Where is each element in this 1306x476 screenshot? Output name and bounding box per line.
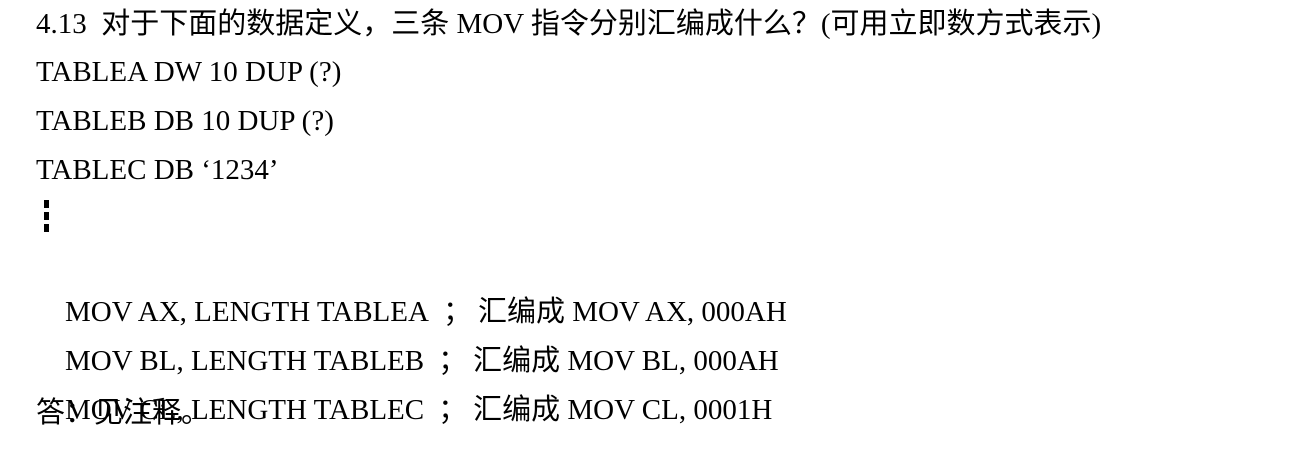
answer-text: 答：见注释。 bbox=[36, 397, 211, 429]
document-body: 4.13 对于下面的数据定义，三条 MOV 指令分别汇编成什么？(可用立即数方式… bbox=[36, 0, 1296, 446]
definition-tablec: TABLEC DB ‘1234’ bbox=[36, 154, 279, 186]
vertical-ellipsis-icon bbox=[44, 200, 50, 234]
comment-separator: ； bbox=[438, 394, 468, 426]
definition-tablea: TABLEA DW 10 DUP (?) bbox=[36, 56, 342, 88]
instruction-mov-ax: MOV AX, LENGTH TABLEA；汇编成 MOV AX, 000AH bbox=[36, 246, 787, 328]
definition-tableb: TABLEB DB 10 DUP (?) bbox=[36, 105, 334, 137]
instruction-mov-bl: MOV BL, LENGTH TABLEB；汇编成 MOV BL, 000AH bbox=[36, 295, 779, 377]
instruction-mov-cl: MOV CL, LENGTH TABLEC；汇编成 MOV CL, 0001H bbox=[36, 344, 772, 426]
question-text: 4.13 对于下面的数据定义，三条 MOV 指令分别汇编成什么？(可用立即数方式… bbox=[36, 8, 1102, 40]
instruction-comment: 汇编成 MOV CL, 0001H bbox=[473, 394, 773, 426]
